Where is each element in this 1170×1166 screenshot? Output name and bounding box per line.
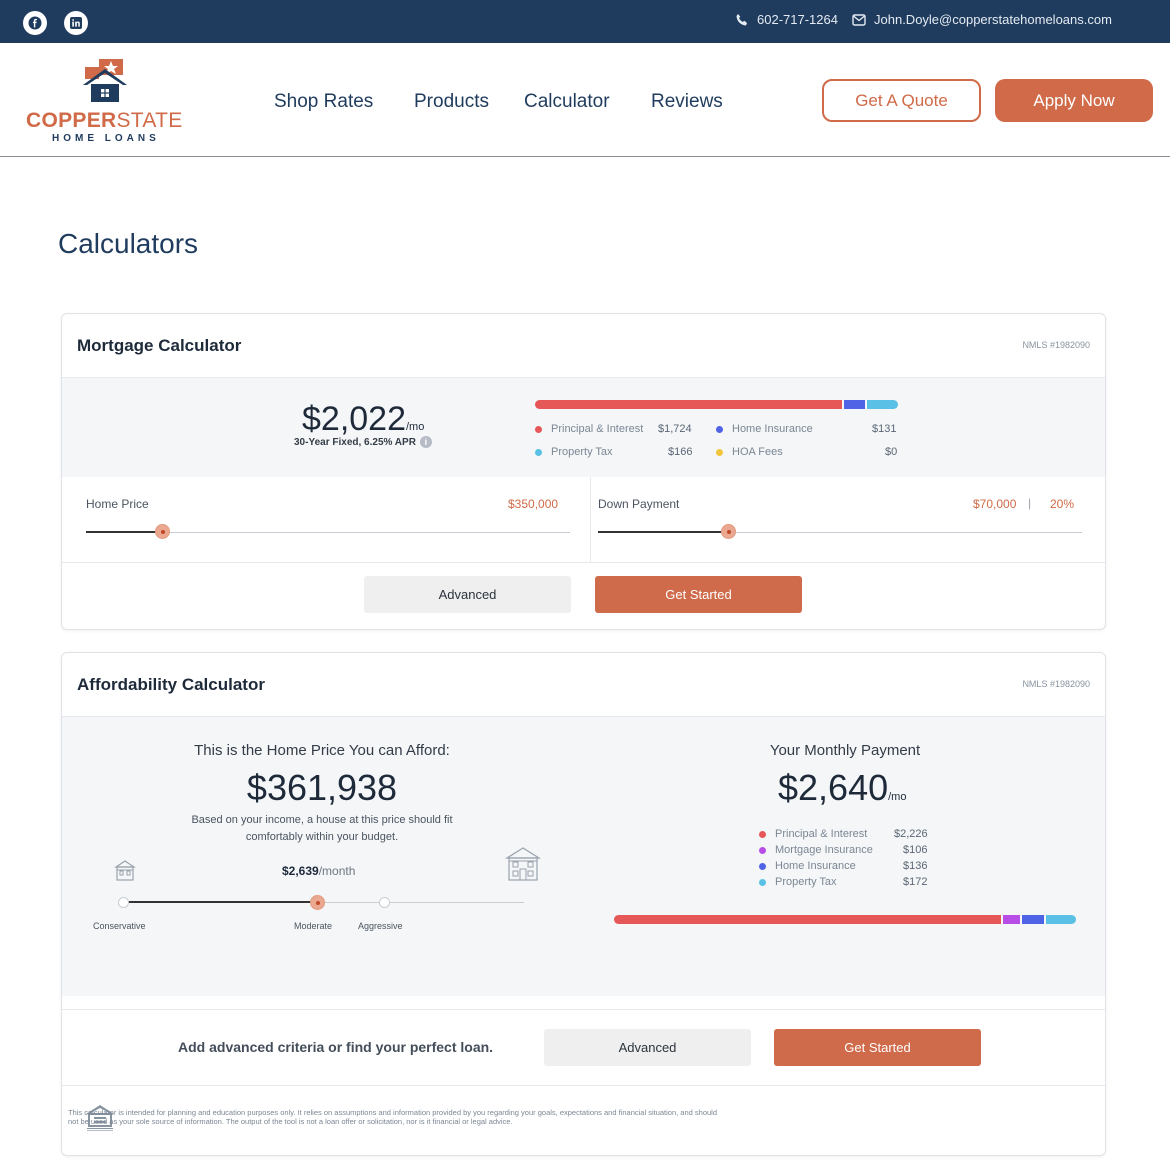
nav-shop-rates[interactable]: Shop Rates [274,91,373,113]
card-divider [62,1009,1105,1010]
down-payment-value: $70,000 [973,497,1017,511]
budget-slider-handle[interactable] [310,895,325,910]
down-payment-slider-fill [598,531,729,533]
legend-mortgage-insurance: Mortgage Insurance [759,844,873,856]
phone-number: 602-717-1264 [757,12,838,27]
principal-segment [535,400,842,409]
legend-principal-value: $1,724 [658,423,692,435]
top-bar: 602-717-1264 John.Doyle@copperstatehomel… [0,0,1170,43]
legend-property-tax-value: $172 [903,876,928,888]
logo-wordmark: COPPERSTATE [26,109,183,132]
home-price-slider-fill [86,531,163,533]
affordability-calculator-card: Affordability Calculator NMLS #1982090 T… [61,652,1106,1156]
afford-home-price: $361,938 [246,767,398,808]
legend-mortgage-insurance-value: $106 [903,844,928,856]
insurance-segment [844,400,865,409]
mortgage-calculator-card: Mortgage Calculator NMLS #1982090 $2,022… [61,313,1106,630]
apply-now-button[interactable]: Apply Now [995,79,1153,122]
slider-divider [590,477,591,562]
loan-terms: 30-Year Fixed, 6.25% APR i [294,436,432,448]
nav-reviews[interactable]: Reviews [651,91,723,113]
level-moderate[interactable]: Moderate [294,921,332,931]
phone-icon [736,13,747,25]
email-address: John.Doyle@copperstatehomeloans.com [874,12,1112,27]
level-aggressive[interactable]: Aggressive [358,921,403,931]
email-contact[interactable]: John.Doyle@copperstatehomeloans.com [852,12,1112,27]
house-star-logo-icon [83,59,127,102]
linkedin-icon[interactable] [64,11,88,35]
legend-home-insurance: Home Insurance [759,860,856,872]
affordability-breakdown-bar [614,915,1076,924]
home-price-slider-handle[interactable] [155,524,170,539]
legend-property-tax-value: $166 [668,446,693,458]
affordability-calculator-title: Affordability Calculator [77,675,265,694]
legend-principal-value: $2,226 [894,828,928,840]
legend-home-insurance: Home Insurance [716,423,813,435]
budget-slider-fill [124,901,317,903]
info-icon[interactable]: i [419,436,432,448]
monthly-payment-heading: Your Monthly Payment [769,742,921,759]
legend-hoa-fees-value: $0 [885,446,898,458]
site-header: COPPERSTATE HOME LOANS Shop Rates Produc… [0,43,1170,157]
mortgage-insurance-segment [1003,915,1020,924]
down-payment-percent: 20% [1050,497,1075,511]
disclaimer-text: This calculator is intended for planning… [68,1108,718,1126]
legend-principal: Principal & Interest [535,423,643,435]
affordability-monthly-payment: $2,640/mo [778,767,907,808]
get-started-button[interactable]: Get Started [595,576,802,613]
tax-segment [867,400,898,409]
mortgage-calculator-title: Mortgage Calculator [77,336,242,355]
home-price-value: $350,000 [508,497,559,511]
legend-property-tax: Property Tax [535,446,613,458]
insurance-segment [1022,915,1044,924]
page-title: Calculators [58,228,199,259]
card-divider [62,1085,1105,1086]
nmls-number: NMLS #1982090 [1022,340,1090,350]
facebook-icon[interactable] [23,11,47,35]
envelope-icon [852,13,866,26]
get-a-quote-button[interactable]: Get A Quote [822,79,981,122]
payment-breakdown-bar [535,400,898,409]
conservative-stop[interactable] [118,897,129,908]
card-divider [62,562,1105,563]
afford-heading: This is the Home Price You can Afford: [194,742,450,759]
advanced-button[interactable]: Advanced [544,1029,751,1066]
legend-hoa-fees: HOA Fees [716,446,783,458]
home-price-label: Home Price [86,497,149,511]
level-conservative[interactable]: Conservative [93,921,146,931]
company-logo[interactable]: COPPERSTATE HOME LOANS [26,57,186,147]
down-payment-slider-handle[interactable] [721,524,736,539]
legend-principal: Principal & Interest [759,828,867,840]
legend-property-tax: Property Tax [759,876,837,888]
afford-note: Based on your income, a house at this pr… [191,814,453,843]
legend-home-insurance-value: $136 [903,860,928,872]
small-house-icon [114,860,136,881]
legend-home-insurance-value: $131 [872,423,897,435]
monthly-budget: $2,639/month [282,864,356,878]
get-started-button[interactable]: Get Started [774,1029,981,1066]
aggressive-stop[interactable] [379,897,390,908]
down-payment-separator: | [1028,496,1032,510]
advanced-criteria-prompt: Add advanced criteria or find your perfe… [178,1039,494,1055]
tax-segment [1046,915,1076,924]
principal-segment [614,915,1001,924]
logo-tagline: HOME LOANS [52,133,160,144]
nmls-number: NMLS #1982090 [1022,679,1090,689]
down-payment-label: Down Payment [598,497,680,511]
advanced-button[interactable]: Advanced [364,576,571,613]
large-house-icon [504,847,542,881]
phone-contact[interactable]: 602-717-1264 [735,12,838,27]
nav-calculator[interactable]: Calculator [524,91,610,113]
nav-products[interactable]: Products [414,91,489,113]
monthly-payment: $2,022/mo [302,400,425,438]
